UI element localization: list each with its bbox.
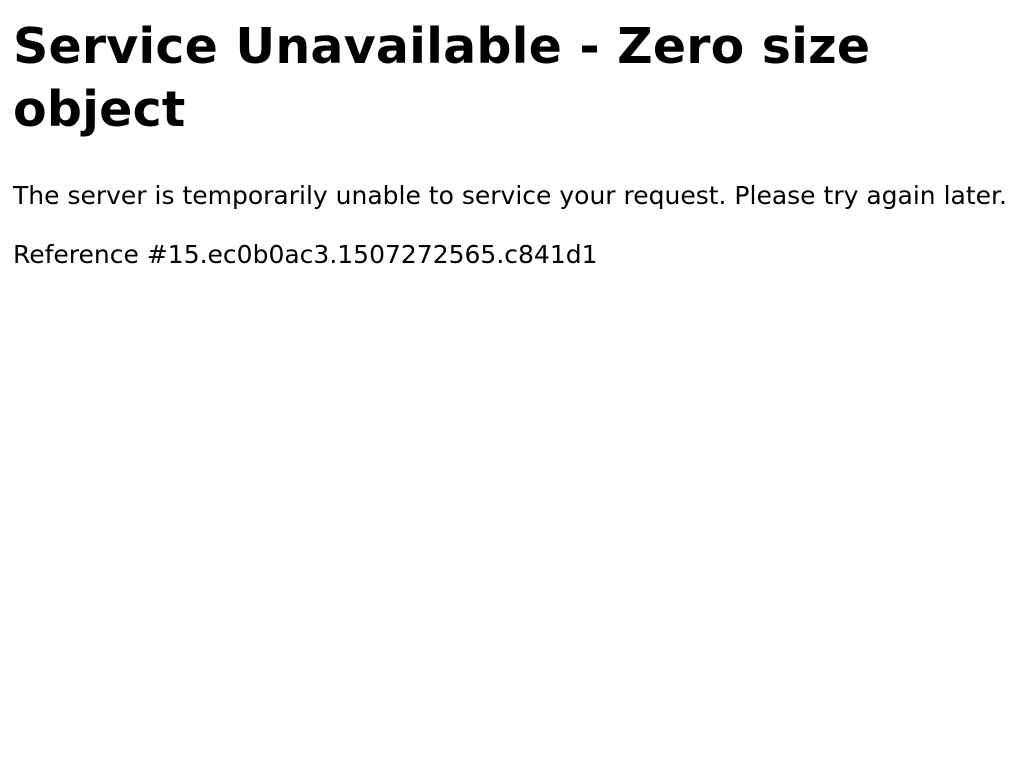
page-title: Service Unavailable - Zero size object <box>13 18 871 138</box>
reference-id: Reference #15.ec0b0ac3.1507272565.c841d1 <box>13 240 598 269</box>
error-page: Service Unavailable - Zero size object T… <box>0 15 1024 271</box>
error-message: The server is temporarily unable to serv… <box>13 181 1007 210</box>
